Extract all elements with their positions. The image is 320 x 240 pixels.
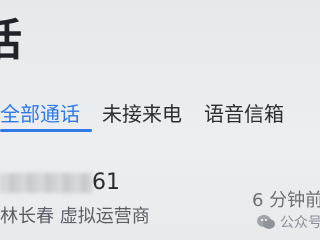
tab-missed-calls[interactable]: 未接来电 xyxy=(102,96,182,127)
active-tab-indicator xyxy=(0,129,92,132)
tab-all-calls[interactable]: 全部通话 xyxy=(0,96,80,127)
redacted-number xyxy=(0,173,92,193)
call-number-suffix: 61 xyxy=(92,170,120,195)
watermark-label: 公众号 xyxy=(280,215,320,231)
tab-voicemail[interactable]: 语音信箱 xyxy=(204,96,284,127)
wechat-icon xyxy=(257,215,275,229)
call-time: 6 分钟前 xyxy=(252,190,320,211)
call-log-screen: 话 全部通话 未接来电 语音信箱 61 林长春 虚拟运营商 6 分钟前 公众号 xyxy=(0,0,320,240)
call-contact-label: 林长春 虚拟运营商 xyxy=(0,206,150,227)
call-list-item[interactable]: 61 林长春 虚拟运营商 6 分钟前 公众号 xyxy=(0,160,320,240)
page-title: 话 xyxy=(0,4,24,68)
watermark: 公众号 xyxy=(256,212,320,232)
